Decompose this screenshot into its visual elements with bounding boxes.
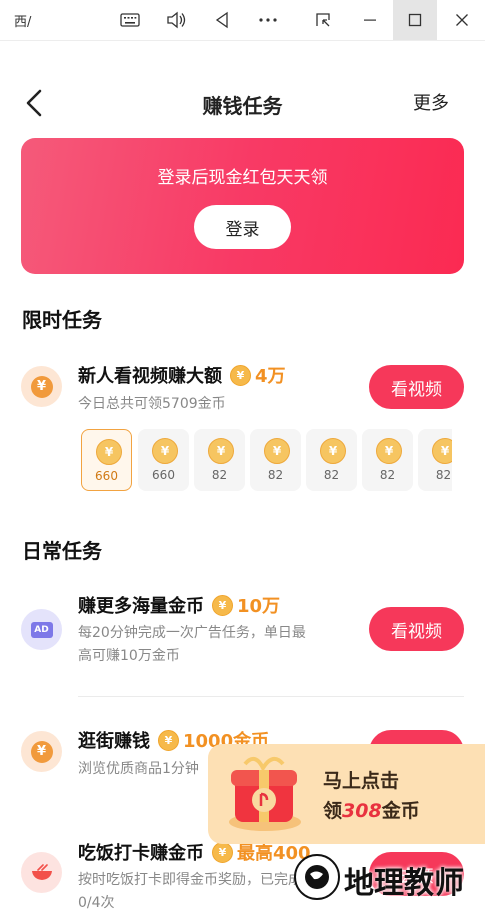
app-name: 西/ [14, 15, 32, 30]
task-icon: AD [21, 609, 62, 650]
coin-card[interactable]: ¥ 82 [250, 429, 301, 491]
section-title-limited: 限时任务 [22, 308, 102, 332]
coin-icon: ¥ [230, 364, 251, 386]
more-icon[interactable] [246, 0, 290, 40]
login-button[interactable]: 登录 [194, 205, 291, 249]
coin-value: 82 [267, 468, 284, 482]
task-desc: 浏览优质商品1分钟 [78, 761, 199, 777]
minimize-icon[interactable] [348, 0, 392, 40]
task-desc: 每20分钟完成一次广告任务，单日最 高可赚10万金币 [78, 622, 306, 668]
coin-icon: ¥ [208, 438, 234, 464]
coin-card[interactable]: ¥ 82 [306, 429, 357, 491]
coin-value: 82 [211, 468, 228, 482]
coin-icon: ¥ [432, 438, 452, 464]
coin-value: 82 [435, 468, 452, 482]
yen-coin-icon: ¥ [30, 740, 53, 763]
maximize-icon[interactable] [393, 0, 437, 40]
promo-number: 308 [342, 800, 382, 822]
coin-card[interactable]: ¥ 82 [418, 429, 452, 491]
task-title-text: 吃饭打卡赚金币 [78, 843, 204, 864]
coin-icon: ¥ [320, 438, 346, 464]
divider [78, 696, 464, 697]
snap-icon[interactable] [301, 0, 345, 40]
coin-icon: ¥ [212, 841, 233, 863]
banner-text: 登录后现金红包天天领 [157, 168, 328, 188]
globe-logo-icon [294, 854, 340, 900]
task-desc-line: 0/4次 [78, 895, 115, 911]
nav-bar: 赚钱任务 更多 [0, 62, 485, 142]
task-title-text: 新人看视频赚大额 [78, 366, 222, 387]
coin-card[interactable]: ¥ 82 [194, 429, 245, 491]
task-icon: ¥ [21, 731, 62, 772]
coin-card-clip: ¥ 82 [418, 429, 452, 491]
task-desc-line: 每20分钟完成一次广告任务，单日最 [78, 625, 306, 641]
coin-card[interactable]: ¥ 660 [81, 429, 132, 491]
task-desc: 今日总共可领5709金币 [78, 396, 226, 412]
back-triangle-icon[interactable] [200, 0, 244, 40]
coin-value: 660 [152, 468, 175, 482]
close-icon[interactable] [440, 0, 484, 40]
keyboard-icon[interactable] [108, 0, 152, 40]
ad-icon: AD [30, 621, 53, 638]
task-desc-line: 按时吃饭打卡即得金币奖励，已完成 [78, 872, 302, 888]
coin-icon: ¥ [376, 438, 402, 464]
watermark: 地理教师 [292, 850, 485, 903]
window-title-bar: 西/ [0, 0, 485, 41]
watermark-text: 地理教师 [344, 866, 464, 901]
task-title: 新人看视频赚大额 ¥ 4万 [78, 362, 286, 388]
coin-card[interactable]: ¥ 660 [138, 429, 189, 491]
coin-icon: ¥ [158, 729, 179, 751]
promo-popup[interactable]: 马上点击 领308金币 [208, 744, 485, 844]
yen-coin-icon: ¥ [30, 375, 53, 398]
task-reward: 10万 [237, 596, 281, 617]
task-title: 赚更多海量金币 ¥ 10万 [78, 592, 280, 618]
task-title-text: 赚更多海量金币 [78, 596, 204, 617]
coin-value: 660 [95, 469, 118, 483]
promo-prefix: 领 [323, 800, 343, 822]
task-reward: 4万 [255, 366, 286, 387]
volume-icon[interactable] [154, 0, 198, 40]
coin-icon: ¥ [212, 594, 233, 616]
task-desc: 按时吃饭打卡即得金币奖励，已完成 0/4次 [78, 869, 302, 915]
coin-value: 82 [323, 468, 340, 482]
gift-box-icon [229, 756, 301, 831]
coin-icon: ¥ [264, 438, 290, 464]
task-icon: ¥ [21, 366, 62, 407]
coin-value: 82 [379, 468, 396, 482]
watch-video-button[interactable]: 看视频 [369, 607, 464, 651]
watch-video-button[interactable]: 看视频 [369, 365, 464, 409]
promo-suffix: 金币 [381, 800, 420, 822]
coin-card[interactable]: ¥ 82 [362, 429, 413, 491]
bowl-icon [31, 863, 52, 880]
more-link[interactable]: 更多 [413, 89, 449, 115]
promo-line2: 领308金币 [323, 796, 420, 823]
task-desc-line: 高可赚10万金币 [78, 648, 180, 664]
coin-icon: ¥ [96, 439, 122, 465]
promo-line1: 马上点击 [323, 770, 400, 792]
task-title-text: 逛街赚钱 [78, 731, 150, 752]
task-icon [21, 852, 62, 893]
section-title-daily: 日常任务 [22, 539, 102, 563]
login-banner: 登录后现金红包天天领 登录 [21, 138, 464, 274]
coin-icon: ¥ [152, 438, 178, 464]
